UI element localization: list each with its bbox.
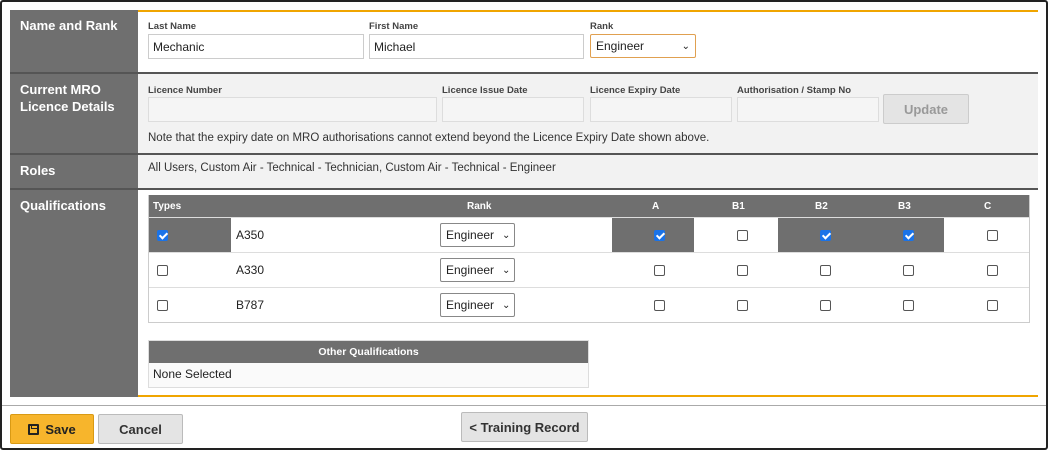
- qualification-row: A350 Engineer ⌄: [149, 217, 1029, 253]
- roles-section: Roles All Users, Custom Air - Technical …: [10, 155, 1038, 188]
- other-qualifications-header: Other Qualifications: [149, 341, 588, 363]
- qualification-checkbox-c[interactable]: [987, 300, 998, 311]
- col-header-b2: B2: [815, 201, 828, 212]
- aircraft-type-label: B787: [236, 298, 265, 312]
- qualification-rank-select[interactable]: Engineer ⌄: [440, 293, 515, 317]
- chevron-down-icon: ⌄: [681, 40, 690, 52]
- first-name-input[interactable]: [369, 34, 584, 59]
- qualification-checkbox-b3[interactable]: [903, 300, 914, 311]
- rank-select-value: Engineer: [596, 39, 645, 53]
- licence-section: Current MRO Licence Details Licence Numb…: [10, 74, 1038, 153]
- aircraft-type-label: A330: [236, 263, 265, 277]
- chevron-down-icon: ⌄: [502, 229, 511, 241]
- other-qualifications-value: None Selected: [149, 363, 588, 387]
- chevron-down-icon: ⌄: [502, 299, 511, 311]
- col-header-rank: Rank: [467, 201, 492, 212]
- last-name-input[interactable]: [148, 34, 364, 59]
- qualification-checkbox-b1[interactable]: [737, 265, 748, 276]
- licence-number-label: Licence Number: [148, 85, 222, 96]
- qualifications-table-header: Types Rank A B1 B2 B3 C: [149, 195, 1029, 217]
- first-name-label: First Name: [369, 21, 419, 32]
- licence-expiry-date-input[interactable]: [590, 97, 732, 122]
- training-record-button[interactable]: < Training Record: [461, 412, 588, 442]
- qualification-checkbox-a[interactable]: [654, 230, 665, 241]
- qualification-checkbox-b3[interactable]: [903, 230, 914, 241]
- rank-select[interactable]: Engineer ⌄: [590, 34, 696, 58]
- type-select-checkbox[interactable]: [157, 265, 168, 276]
- stamp-no-input[interactable]: [737, 97, 879, 122]
- qualification-rank-value: Engineer: [446, 298, 495, 312]
- qualification-rank-value: Engineer: [446, 263, 495, 277]
- qualification-checkbox-c[interactable]: [987, 265, 998, 276]
- qualification-checkbox-b2[interactable]: [820, 265, 831, 276]
- licence-number-input[interactable]: [148, 97, 437, 122]
- qualification-row: A330 Engineer ⌄: [149, 252, 1029, 287]
- section-title-qualifications: Qualifications: [10, 190, 138, 397]
- col-header-b3: B3: [898, 201, 911, 212]
- qualification-checkbox-b3[interactable]: [903, 265, 914, 276]
- qualification-checkbox-b2[interactable]: [820, 230, 831, 241]
- col-header-c: C: [984, 201, 992, 212]
- rank-label: Rank: [590, 21, 614, 32]
- licence-issue-date-label: Licence Issue Date: [442, 85, 528, 96]
- qualifications-table: Types Rank A B1 B2 B3 C A350 Engineer ⌄ A33…: [148, 195, 1030, 323]
- save-button-label: Save: [45, 421, 76, 437]
- qualification-checkbox-b2[interactable]: [820, 300, 831, 311]
- footer-divider: [2, 405, 1046, 406]
- name-rank-section: Name and Rank Last Name First Name Rank …: [10, 10, 1038, 72]
- other-qualifications-box: Other Qualifications None Selected: [148, 340, 589, 388]
- qualification-rank-value: Engineer: [446, 228, 495, 242]
- qualification-row: B787 Engineer ⌄: [149, 287, 1029, 322]
- qualification-checkbox-b1[interactable]: [737, 230, 748, 241]
- type-select-checkbox[interactable]: [157, 230, 168, 241]
- last-name-label: Last Name: [148, 21, 197, 32]
- qualification-checkbox-a[interactable]: [654, 265, 665, 276]
- qualification-checkbox-c[interactable]: [987, 230, 998, 241]
- qualification-checkbox-a[interactable]: [654, 300, 665, 311]
- section-title-roles: Roles: [10, 155, 138, 188]
- qualification-checkbox-b1[interactable]: [737, 300, 748, 311]
- qualification-rank-select[interactable]: Engineer ⌄: [440, 258, 515, 282]
- stamp-no-label: Authorisation / Stamp No: [737, 85, 851, 96]
- col-header-types: Types: [153, 201, 182, 212]
- cancel-button[interactable]: Cancel: [98, 414, 183, 444]
- licence-note: Note that the expiry date on MRO authori…: [148, 132, 710, 144]
- qualification-rank-select[interactable]: Engineer ⌄: [440, 223, 515, 247]
- qualifications-section: Qualifications Types Rank A B1 B2 B3 C A…: [10, 190, 1038, 397]
- licence-expiry-date-label: Licence Expiry Date: [590, 85, 681, 96]
- save-button[interactable]: Save: [10, 414, 94, 444]
- section-title-name-rank: Name and Rank: [10, 10, 138, 72]
- section-title-licence: Current MRO Licence Details: [10, 74, 138, 153]
- roles-text: All Users, Custom Air - Technical - Tech…: [148, 162, 556, 174]
- col-header-b1: B1: [732, 201, 745, 212]
- licence-issue-date-input[interactable]: [442, 97, 584, 122]
- cell-highlight: [612, 218, 694, 253]
- aircraft-type-label: A350: [236, 228, 265, 242]
- update-button[interactable]: Update: [883, 94, 969, 124]
- chevron-down-icon: ⌄: [502, 264, 511, 276]
- type-select-checkbox[interactable]: [157, 300, 168, 311]
- floppy-disk-icon: [28, 423, 40, 435]
- col-header-a: A: [652, 201, 660, 212]
